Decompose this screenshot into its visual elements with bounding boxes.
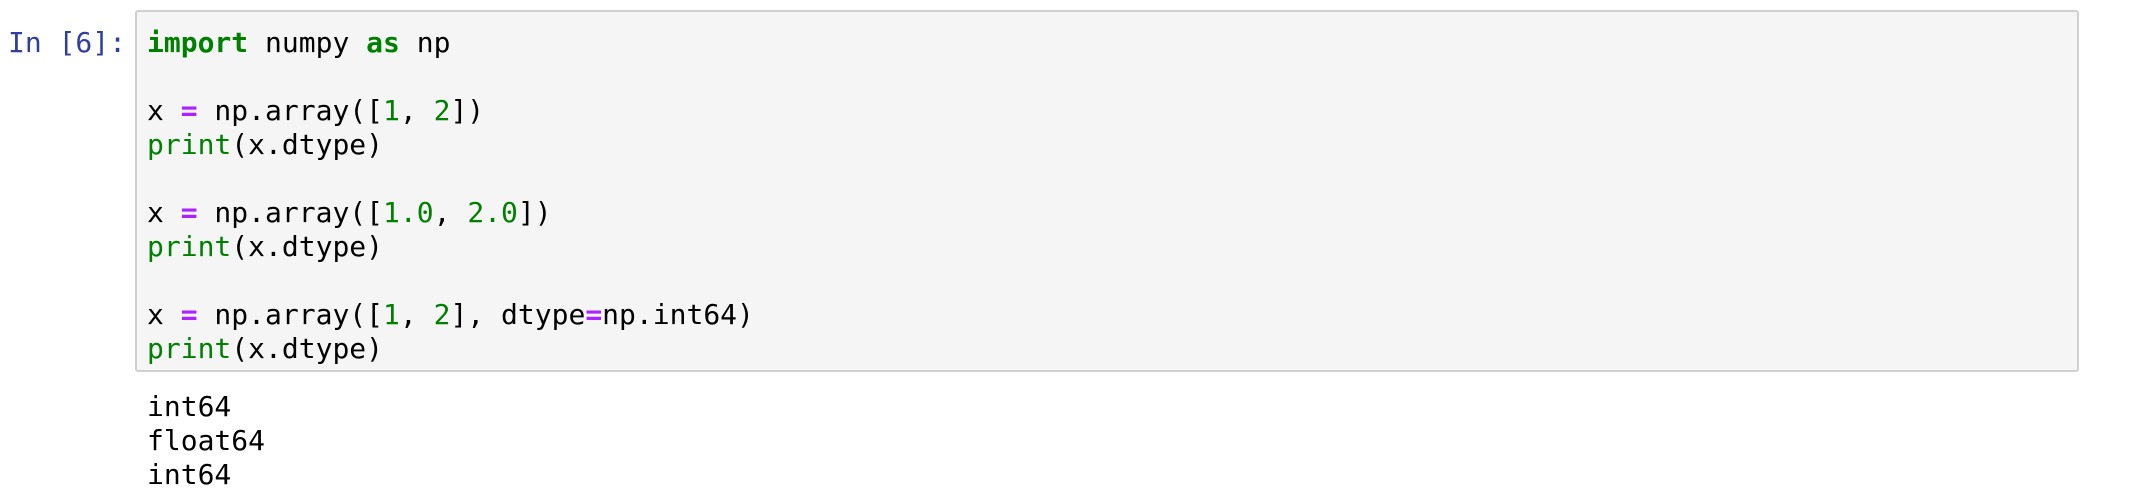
number-literal: 1.0 — [383, 196, 434, 229]
output-line: float64 — [147, 424, 266, 457]
module-alias: np — [399, 26, 451, 59]
code-line-9: x = np.array([1, 2], dtype=np.int64) — [147, 298, 754, 332]
input-prompt: In [6]: — [8, 26, 127, 59]
code-line-3: x = np.array([1, 2]) — [147, 94, 754, 128]
number-literal: 2.0 — [467, 196, 518, 229]
output-line: int64 — [147, 390, 232, 423]
code-line-4: print(x.dtype) — [147, 128, 754, 162]
number-literal: 1 — [383, 298, 400, 331]
assign-operator: = — [180, 196, 198, 229]
separator: , — [399, 94, 434, 127]
assign-operator: = — [180, 94, 198, 127]
variable: x — [147, 298, 181, 331]
code-line-1: import numpy as np — [147, 26, 754, 60]
module-name: numpy — [248, 26, 367, 59]
function-call: np.array([ — [197, 298, 384, 331]
assign-operator: = — [585, 298, 603, 331]
function-call: np.array([ — [197, 196, 384, 229]
builtin-print: print — [147, 128, 232, 161]
code-line-10: print(x.dtype) — [147, 332, 754, 366]
output-line: int64 — [147, 458, 232, 491]
keyword-arg: ], dtype — [450, 298, 586, 331]
number-literal: 1 — [383, 94, 400, 127]
variable: x — [147, 196, 181, 229]
separator: , — [433, 196, 468, 229]
code-line-7: print(x.dtype) — [147, 230, 754, 264]
cell-output: int64 float64 int64 — [147, 390, 265, 492]
code-editor[interactable]: import numpy as np x = np.array([1, 2]) … — [135, 10, 2079, 372]
function-call: np.array([ — [197, 94, 384, 127]
number-literal: 2 — [433, 298, 451, 331]
notebook-code-cell: In [6]: import numpy as np x = np.array(… — [0, 0, 2154, 492]
builtin-print: print — [147, 332, 232, 365]
call-args: (x.dtype) — [231, 128, 384, 161]
code-block: import numpy as np x = np.array([1, 2]) … — [147, 26, 754, 366]
code-line-6: x = np.array([1.0, 2.0]) — [147, 196, 754, 230]
keyword-as: as — [366, 26, 400, 59]
call-close: np.int64) — [602, 298, 754, 331]
separator: , — [399, 298, 434, 331]
builtin-print: print — [147, 230, 232, 263]
call-close: ]) — [450, 94, 485, 127]
number-literal: 2 — [433, 94, 451, 127]
variable: x — [147, 94, 181, 127]
call-args: (x.dtype) — [231, 332, 384, 365]
call-args: (x.dtype) — [231, 230, 384, 263]
assign-operator: = — [180, 298, 198, 331]
call-close: ]) — [517, 196, 552, 229]
keyword-import: import — [147, 26, 249, 59]
